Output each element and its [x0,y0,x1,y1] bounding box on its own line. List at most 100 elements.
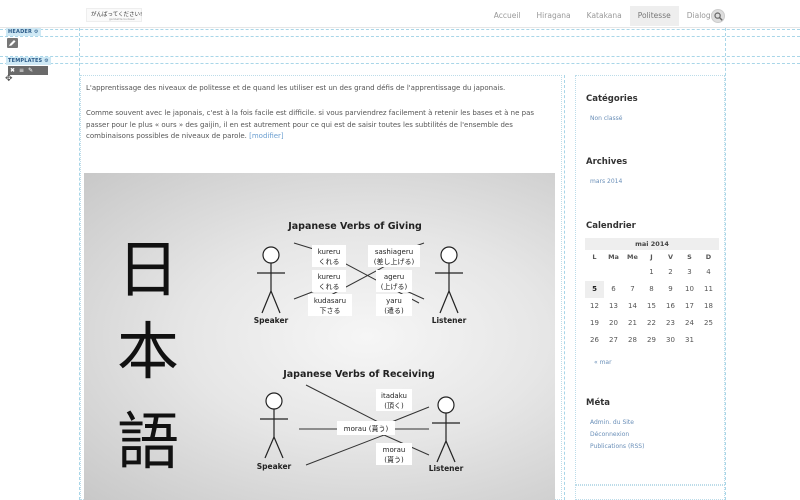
nav-item-politesse[interactable]: Politesse [629,6,679,26]
giving-label: kureru [318,248,341,256]
calendar-day[interactable]: 20 [604,315,623,332]
giving-left-labels: kureru くれる kureru くれる kudasaru 下さる [308,245,352,316]
listener-figure-icon [432,396,460,463]
calendar-day[interactable]: 6 [604,281,623,298]
calendar-day[interactable]: 27 [604,332,623,349]
calendar-day[interactable]: 30 [661,332,680,349]
calendar-weeks: 1 2 3 4 5 6 7 8 9 10 11 12 13 14 15 16 17 18 19 20 21 22 23 24 2… [585,264,719,349]
receiving-title: Japanese Verbs of Receiving [282,369,435,380]
calendar-week-row: 26 27 28 29 30 31 [585,332,719,349]
calendar-day[interactable]: 22 [642,315,661,332]
meta-link-admin[interactable]: Admin. du Site [590,419,634,426]
calendar-month: mai 2014 [585,238,719,250]
archives-title: Archives [586,157,628,167]
calendar-day[interactable]: 10 [680,281,699,298]
nav-item-katakana[interactable]: Katakana [579,6,630,26]
calendar-weekday: D [705,253,712,261]
calendar-day[interactable]: 28 [623,332,642,349]
giving-label: くれる [319,258,340,266]
receiving-speaker-label: Speaker [257,462,292,471]
giving-label: (遣る) [384,306,404,315]
calendar-day[interactable]: 8 [642,281,661,298]
calendar-week-row: 5 6 7 8 9 10 11 [585,281,719,298]
article-paragraph-2: Comme souvent avec le japonais, c'est à … [86,108,556,143]
guide-line [0,36,800,37]
giving-label: kudasaru [314,297,346,305]
pencil-icon[interactable]: ✎ [28,66,33,75]
receiving-label: (貰う) [384,455,404,464]
calendar-day-today[interactable]: 5 [585,281,604,298]
calendar-day[interactable]: 12 [585,298,604,315]
calendar-day[interactable]: 16 [661,298,680,315]
calendar-day[interactable]: 15 [642,298,661,315]
giving-label: くれる [319,283,340,291]
edit-header-button[interactable] [7,38,18,48]
menu-icon[interactable]: ≡ [19,66,24,75]
calendar-day[interactable]: 3 [680,264,699,281]
calendar-day[interactable]: 18 [699,298,718,315]
speaker-figure-icon [260,392,288,459]
calendar-week-row: 19 20 21 22 23 24 25 [585,315,719,332]
calendar-day[interactable]: 7 [623,281,642,298]
category-link[interactable]: Non classé [590,115,622,122]
template-toolbar: ✖ ≡ ✎ [8,66,48,75]
search-icon [714,12,723,21]
meta-link-rss[interactable]: Publications (RSS) [590,443,644,450]
giving-label: yaru [386,297,402,305]
giving-label: 下さる [320,307,341,315]
calendar-weekday: V [667,253,674,261]
calendar-day[interactable]: 4 [699,264,718,281]
meta-title: Méta [586,398,611,408]
calendar-day[interactable]: 24 [680,315,699,332]
meta-link-logout[interactable]: Déconnexion [590,431,629,438]
calendar-day [623,264,642,281]
receiving-label: morau [383,446,406,454]
guide-line [0,29,800,30]
site-logo[interactable]: がんばってください! ganbatte kudasai [86,8,142,22]
calendar-week-row: 12 13 14 15 16 17 18 [585,298,719,315]
calendar-day[interactable]: 26 [585,332,604,349]
calendar-day[interactable]: 31 [680,332,699,349]
calendar-title: Calendrier [586,221,636,231]
giving-label: ageru [384,273,404,281]
giving-right-labels: sashiageru (差し上げる) ageru (上げる) yaru (遣る) [368,245,420,316]
article-paragraph-1: L'apprentissage des niveaux de politesse… [86,84,506,92]
header-section-tag[interactable]: HEADER ⚙ [6,28,41,36]
calendar-day[interactable]: 25 [699,315,718,332]
receiving-label: (頂く) [384,402,404,410]
nav-item-hiragana[interactable]: Hiragana [529,6,579,26]
top-navigation-bar: がんばってください! ganbatte kudasai Accueil Hira… [0,0,800,28]
calendar-day[interactable]: 21 [623,315,642,332]
calendar-day [585,264,604,281]
calendar-day[interactable]: 19 [585,315,604,332]
logo-subtext: ganbatte kudasai [109,17,136,21]
calendar-day[interactable]: 2 [661,264,680,281]
giving-label: sashiageru [375,248,413,256]
calendar-day[interactable]: 13 [604,298,623,315]
main-nav: Accueil Hiragana Katakana Politesse Dial… [486,6,728,26]
calendar-weekday: S [687,253,692,261]
move-handle-icon[interactable]: ✥ [5,74,13,84]
calendar-weekday: Me [627,253,638,261]
calendar-day[interactable]: 23 [661,315,680,332]
listener-figure-icon [435,246,463,314]
guide-line [0,56,800,57]
sidebar: Catégories Non classé Archives mars 2014… [575,75,725,485]
calendar-day[interactable]: 17 [680,298,699,315]
calendar-day[interactable]: 9 [661,281,680,298]
calendar-day[interactable]: 1 [642,264,661,281]
search-button[interactable] [711,9,725,23]
calendar-prev-link[interactable]: « mar [594,359,612,366]
guide-line [564,75,565,500]
pencil-icon [9,40,16,46]
archive-link[interactable]: mars 2014 [590,178,622,185]
calendar-day[interactable]: 14 [623,298,642,315]
templates-section-tag[interactable]: TEMPLATES ⚙ [6,57,51,65]
nav-item-accueil[interactable]: Accueil [486,6,529,26]
sidebar-footer-box [575,485,725,500]
calendar-day [604,264,623,281]
calendar-weekday: Ma [608,253,619,261]
calendar-day[interactable]: 11 [699,281,718,298]
calendar-day[interactable]: 29 [642,332,661,349]
more-link[interactable]: [modifier] [249,132,284,140]
